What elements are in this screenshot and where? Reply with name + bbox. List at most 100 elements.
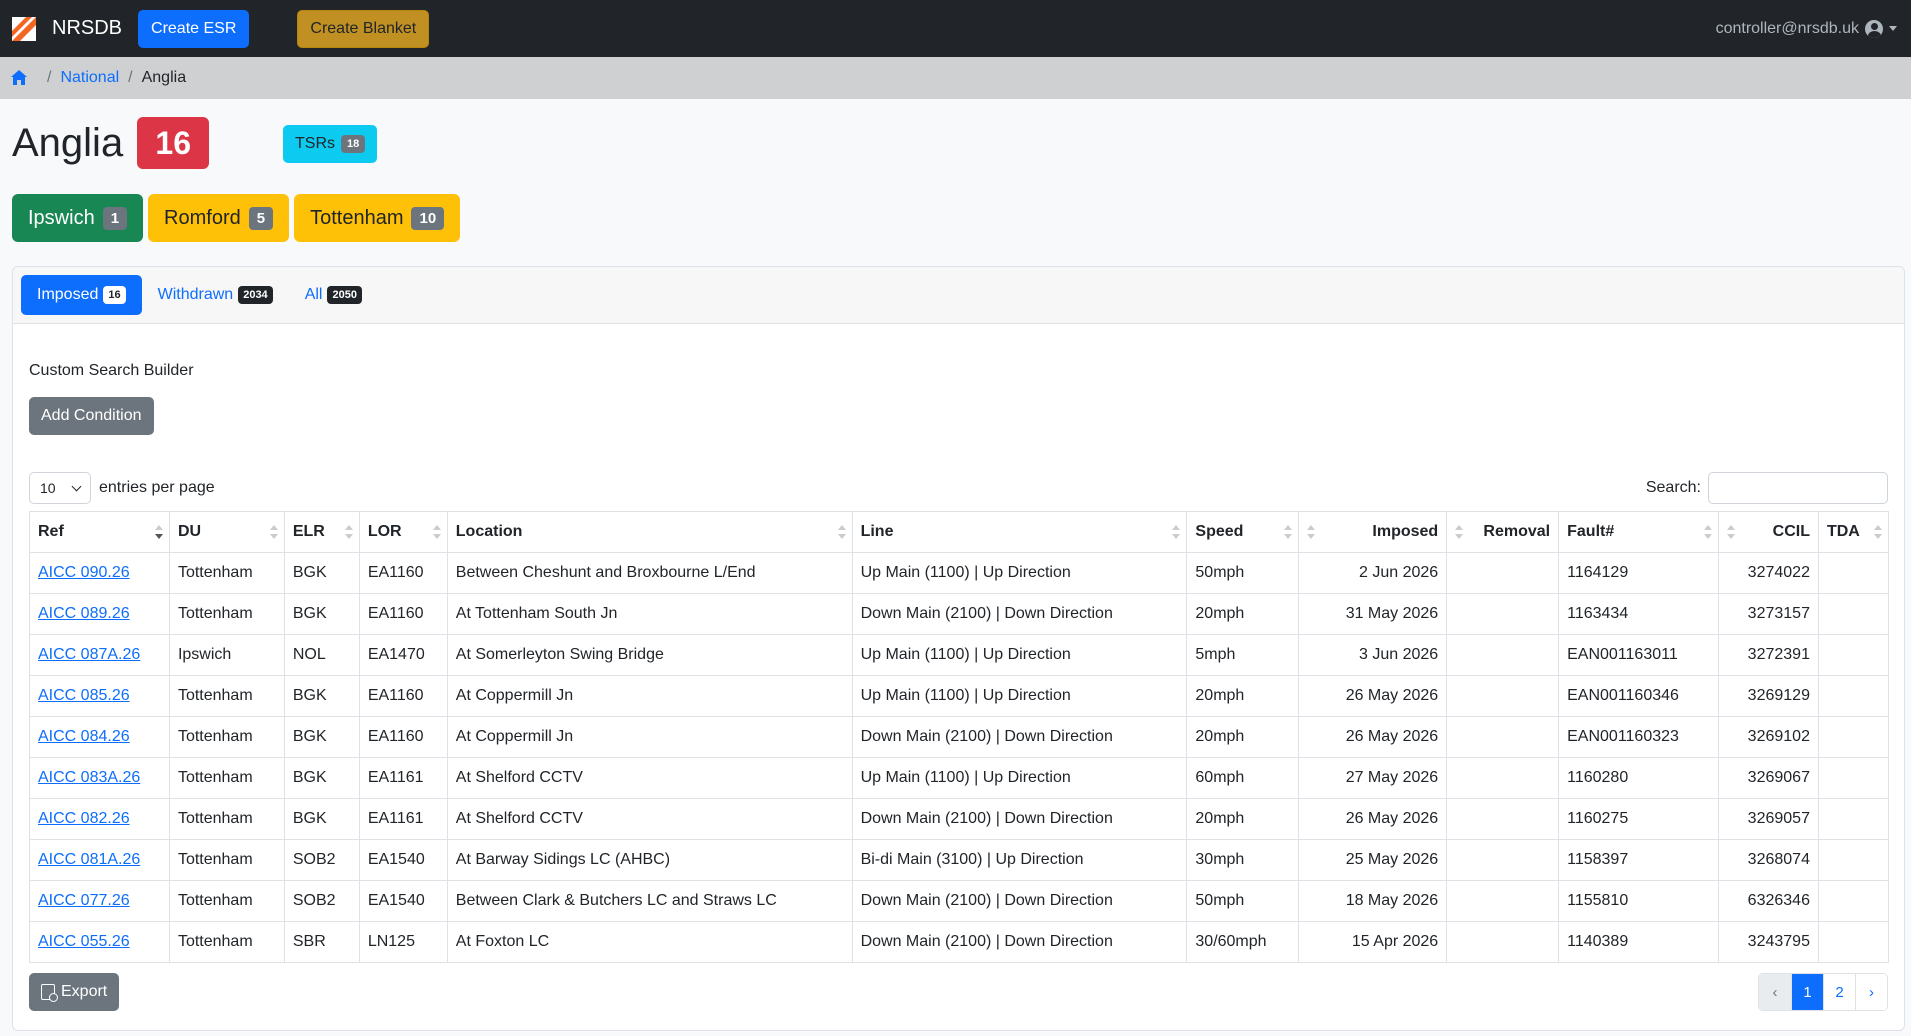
page-next[interactable]: › xyxy=(1855,974,1887,1010)
cell-fault: 1164129 xyxy=(1558,552,1720,594)
cell-fault: 1155810 xyxy=(1558,880,1720,922)
du-count-badge: 1 xyxy=(102,206,128,230)
du-button-ipswich[interactable]: Ipswich 1 xyxy=(12,194,144,242)
imposed-count-badge: 16 xyxy=(137,117,210,169)
tab-all[interactable]: All 2050 xyxy=(289,275,378,315)
tab-withdrawn[interactable]: Withdrawn 2034 xyxy=(142,275,289,315)
table-header-row: Ref DU ELR LOR Location Line Speed Impos… xyxy=(29,511,1890,553)
column-header-lor[interactable]: LOR xyxy=(358,511,448,553)
du-button-romford[interactable]: Romford 5 xyxy=(148,194,290,242)
status-tabs: Imposed 16 Withdrawn 2034 All 2050 xyxy=(13,267,1904,324)
cell-speed: 20mph xyxy=(1186,675,1300,717)
cell-elr: BGK xyxy=(283,716,360,758)
breadcrumb-national-link[interactable]: National xyxy=(60,69,119,87)
cell-location: At Coppermill Jn xyxy=(446,675,853,717)
home-icon[interactable] xyxy=(10,69,28,87)
page-2[interactable]: 2 xyxy=(1823,974,1855,1010)
esr-ref-link[interactable]: AICC 084.26 xyxy=(38,728,130,745)
column-header-imposed[interactable]: Imposed xyxy=(1298,511,1448,553)
column-header-du[interactable]: DU xyxy=(168,511,285,553)
cell-du: Tottenham xyxy=(168,593,285,635)
cell-lor: EA1160 xyxy=(358,716,448,758)
column-header-location[interactable]: Location xyxy=(446,511,853,553)
esr-ref-link[interactable]: AICC 081A.26 xyxy=(38,851,140,868)
cell-line: Down Main (2100) | Down Direction xyxy=(851,921,1188,963)
cell-speed: 5mph xyxy=(1186,634,1300,676)
brand[interactable]: NRSDB xyxy=(12,16,123,41)
entries-label: entries per page xyxy=(99,479,215,496)
cell-imposed: 18 May 2026 xyxy=(1298,880,1448,922)
cell-line: Bi-di Main (3100) | Up Direction xyxy=(851,839,1188,881)
tsrs-count-badge: 18 xyxy=(341,135,366,153)
table-row: AICC 085.26 Tottenham BGK EA1160 At Coppermi… xyxy=(29,675,1890,717)
cell-removal xyxy=(1446,593,1560,635)
du-button-tottenham[interactable]: Tottenham 10 xyxy=(294,194,461,242)
cell-removal xyxy=(1446,921,1560,963)
cell-ref: AICC 090.26 xyxy=(29,552,170,594)
column-header-tda[interactable]: TDA xyxy=(1817,511,1890,553)
cell-fault: EAN001163011 xyxy=(1558,634,1720,676)
cell-fault: 1163434 xyxy=(1558,593,1720,635)
create-esr-button[interactable]: Create ESR xyxy=(138,9,250,48)
column-header-speed[interactable]: Speed xyxy=(1186,511,1300,553)
cell-ccil: 3272391 xyxy=(1718,634,1819,676)
column-header-ref[interactable]: Ref xyxy=(29,511,170,553)
brand-name: NRSDB xyxy=(52,17,123,39)
esr-ref-link[interactable]: AICC 085.26 xyxy=(38,687,130,704)
cell-ccil: 3243795 xyxy=(1718,921,1819,963)
cell-lor: EA1540 xyxy=(358,839,448,881)
column-header-ccil[interactable]: CCIL xyxy=(1718,511,1819,553)
cell-ccil: 3269067 xyxy=(1718,757,1819,799)
export-button[interactable]: Export xyxy=(29,973,120,1011)
add-condition-button[interactable]: Add Condition xyxy=(29,397,154,435)
cell-fault: 1160280 xyxy=(1558,757,1720,799)
tsrs-button[interactable]: TSRs 18 xyxy=(283,125,378,163)
entries-per-page: 10 entries per page xyxy=(29,472,215,504)
esr-table: Ref DU ELR LOR Location Line Speed Impos… xyxy=(29,511,1890,963)
cell-location: At Barway Sidings LC (AHBC) xyxy=(446,839,853,881)
cell-imposed: 26 May 2026 xyxy=(1298,716,1448,758)
cell-ref: AICC 055.26 xyxy=(29,921,170,963)
export-label: Export xyxy=(61,983,108,1000)
breadcrumb-separator: / xyxy=(47,69,52,86)
cell-fault: 1158397 xyxy=(1558,839,1720,881)
cell-tda xyxy=(1817,921,1890,963)
search-input[interactable] xyxy=(1708,472,1888,504)
cell-location: At Shelford CCTV xyxy=(446,757,853,799)
cell-fault: EAN001160323 xyxy=(1558,716,1720,758)
esr-ref-link[interactable]: AICC 055.26 xyxy=(38,933,130,950)
page-1[interactable]: 1 xyxy=(1791,974,1823,1010)
column-header-line[interactable]: Line xyxy=(851,511,1188,553)
cell-elr: SOB2 xyxy=(283,880,360,922)
user-menu[interactable]: controller@nrsdb.uk xyxy=(1716,0,1897,57)
cell-du: Ipswich xyxy=(168,634,285,676)
esr-ref-link[interactable]: AICC 083A.26 xyxy=(38,769,140,786)
esr-ref-link[interactable]: AICC 077.26 xyxy=(38,892,130,909)
cell-imposed: 26 May 2026 xyxy=(1298,798,1448,840)
esr-ref-link[interactable]: AICC 087A.26 xyxy=(38,646,140,663)
cell-line: Up Main (1100) | Up Direction xyxy=(851,675,1188,717)
cell-du: Tottenham xyxy=(168,552,285,594)
tab-count-badge: 16 xyxy=(103,286,126,304)
entries-per-page-select[interactable]: 10 xyxy=(29,472,91,504)
create-blanket-button[interactable]: Create Blanket xyxy=(297,9,430,48)
pagination: ‹ 1 2 › xyxy=(1758,973,1888,1011)
column-header-removal[interactable]: Removal xyxy=(1446,511,1560,553)
cell-location: At Tottenham South Jn xyxy=(446,593,853,635)
esr-ref-link[interactable]: AICC 090.26 xyxy=(38,564,130,581)
column-header-fault[interactable]: Fault# xyxy=(1558,511,1720,553)
esr-ref-link[interactable]: AICC 082.26 xyxy=(38,810,130,827)
tab-imposed[interactable]: Imposed 16 xyxy=(21,275,142,315)
cell-ref: AICC 077.26 xyxy=(29,880,170,922)
cell-ccil: 3268074 xyxy=(1718,839,1819,881)
column-header-elr[interactable]: ELR xyxy=(283,511,360,553)
cell-lor: EA1470 xyxy=(358,634,448,676)
tab-label: All xyxy=(304,286,323,303)
esr-ref-link[interactable]: AICC 089.26 xyxy=(38,605,130,622)
page-previous[interactable]: ‹ xyxy=(1759,974,1791,1010)
cell-elr: BGK xyxy=(283,757,360,799)
cell-elr: NOL xyxy=(283,634,360,676)
breadcrumb: / National / Anglia xyxy=(0,57,1911,99)
cell-imposed: 31 May 2026 xyxy=(1298,593,1448,635)
cell-tda xyxy=(1817,552,1890,594)
